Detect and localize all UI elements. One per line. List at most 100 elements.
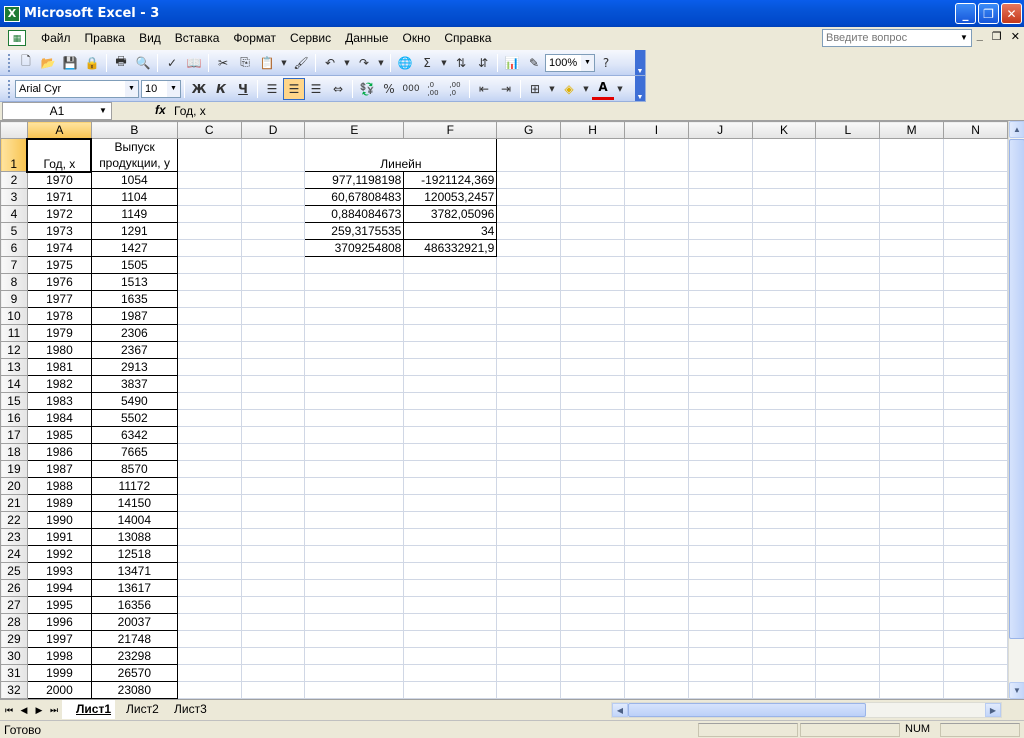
cell[interactable]: [751, 239, 817, 257]
cell[interactable]: [815, 545, 881, 563]
chevron-down-icon[interactable]: ▼: [167, 80, 180, 97]
cell[interactable]: [943, 256, 1008, 274]
cell[interactable]: [751, 341, 817, 359]
row-header[interactable]: 15: [0, 392, 28, 410]
cell[interactable]: [943, 324, 1008, 342]
align-right-icon[interactable]: ☰: [305, 78, 327, 100]
cell[interactable]: [496, 647, 562, 665]
cell[interactable]: [176, 477, 242, 495]
row-header[interactable]: 16: [0, 409, 28, 427]
cell-output[interactable]: 12518: [90, 545, 178, 563]
cell[interactable]: [304, 494, 405, 512]
cell[interactable]: [751, 511, 817, 529]
open-folder-icon[interactable]: 📂: [37, 52, 59, 74]
spelling-icon[interactable]: ✓: [161, 52, 183, 74]
cell[interactable]: [240, 409, 306, 427]
cell[interactable]: [496, 256, 562, 274]
undo-icon[interactable]: ↶: [319, 52, 341, 74]
chevron-down-icon[interactable]: ▼: [580, 78, 592, 100]
cell[interactable]: [496, 273, 562, 291]
cell-output[interactable]: 1513: [90, 273, 178, 291]
cell-output[interactable]: 13471: [90, 562, 178, 580]
cell-linest-f[interactable]: 120053,2457: [403, 188, 498, 206]
cell[interactable]: [304, 647, 405, 665]
cell[interactable]: [751, 443, 817, 461]
cell[interactable]: [176, 426, 242, 444]
cell[interactable]: [176, 324, 242, 342]
cell[interactable]: [623, 494, 689, 512]
cell[interactable]: [623, 205, 689, 223]
cell[interactable]: [496, 341, 562, 359]
menu-edit[interactable]: Правка: [78, 31, 133, 45]
cell-e1-linest-label[interactable]: Линейн: [304, 138, 498, 172]
cell[interactable]: [751, 494, 817, 512]
sort-descending-icon[interactable]: ⇵: [472, 52, 494, 74]
cell[interactable]: [560, 477, 625, 495]
cell[interactable]: [176, 256, 242, 274]
cell[interactable]: [815, 341, 881, 359]
cell[interactable]: [304, 290, 405, 308]
cell[interactable]: [560, 426, 625, 444]
cell[interactable]: [879, 358, 945, 376]
cell[interactable]: [687, 358, 753, 376]
cell[interactable]: [943, 596, 1008, 614]
cell[interactable]: [304, 358, 405, 376]
cell[interactable]: [560, 375, 625, 393]
cell[interactable]: [943, 545, 1008, 563]
row-header[interactable]: 29: [0, 630, 28, 648]
cell[interactable]: [943, 613, 1008, 631]
cell[interactable]: [687, 528, 753, 546]
cell[interactable]: [751, 273, 817, 291]
cell[interactable]: [304, 528, 405, 546]
cell[interactable]: [687, 256, 753, 274]
cell[interactable]: [943, 630, 1008, 648]
cell[interactable]: [623, 426, 689, 444]
cell[interactable]: [176, 341, 242, 359]
cell-year[interactable]: 2000: [26, 681, 92, 699]
cell[interactable]: [496, 664, 562, 682]
cell[interactable]: [623, 511, 689, 529]
cell-linest-f[interactable]: 34: [403, 222, 498, 240]
cell[interactable]: [687, 579, 753, 597]
cell[interactable]: [879, 188, 945, 206]
cell[interactable]: [623, 647, 689, 665]
cell[interactable]: [751, 664, 817, 682]
help-icon[interactable]: ?: [595, 52, 617, 74]
cell[interactable]: [240, 477, 306, 495]
cell[interactable]: [943, 273, 1008, 291]
cell[interactable]: [240, 256, 306, 274]
cell[interactable]: [403, 477, 498, 495]
menu-format[interactable]: Формат: [226, 31, 283, 45]
cell[interactable]: [560, 511, 625, 529]
cell-output[interactable]: 6342: [90, 426, 178, 444]
cell[interactable]: [240, 341, 306, 359]
row-header[interactable]: 20: [0, 477, 28, 495]
cell[interactable]: [403, 290, 498, 308]
cell[interactable]: [496, 392, 562, 410]
cell[interactable]: [815, 324, 881, 342]
cell[interactable]: [240, 188, 306, 206]
row-header[interactable]: 10: [0, 307, 28, 325]
cell[interactable]: [943, 664, 1008, 682]
row-header[interactable]: 14: [0, 375, 28, 393]
cell[interactable]: [403, 443, 498, 461]
cell[interactable]: [879, 528, 945, 546]
doc-close-button[interactable]: ✕: [1011, 30, 1020, 43]
cell[interactable]: [751, 528, 817, 546]
cell[interactable]: [815, 188, 881, 206]
cell-linest-e[interactable]: 0,884084673: [304, 205, 405, 223]
sheet-tab-2[interactable]: Лист2: [112, 700, 163, 719]
cell[interactable]: [943, 290, 1008, 308]
cell[interactable]: [687, 222, 753, 240]
row-header[interactable]: 12: [0, 341, 28, 359]
align-center-icon[interactable]: ☰: [283, 77, 305, 100]
column-header[interactable]: E: [304, 121, 405, 139]
cell[interactable]: [176, 460, 242, 478]
cell[interactable]: [240, 681, 306, 699]
cell[interactable]: [687, 188, 753, 206]
column-header[interactable]: H: [560, 121, 625, 139]
cell[interactable]: [751, 307, 817, 325]
cell[interactable]: [815, 409, 881, 427]
cell[interactable]: [815, 426, 881, 444]
cell[interactable]: [751, 188, 817, 206]
